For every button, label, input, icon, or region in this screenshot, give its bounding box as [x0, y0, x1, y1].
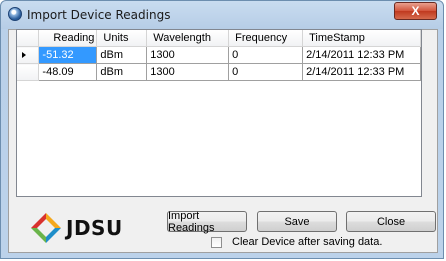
current-row-arrow-icon [22, 52, 26, 59]
cell-timestamp[interactable]: 2/14/2011 12:33 PM [302, 63, 421, 81]
column-header-timestamp[interactable]: TimeStamp [302, 30, 421, 47]
app-icon [8, 7, 22, 21]
table-row[interactable]: -51.32 dBm 1300 0 2/14/2011 12:33 PM [17, 46, 421, 64]
window-close-button[interactable]: X [394, 2, 437, 20]
column-header-units[interactable]: Units [96, 30, 148, 47]
cell-units[interactable]: dBm [96, 46, 148, 64]
cell-frequency[interactable]: 0 [228, 46, 304, 64]
corner-header-cell[interactable] [17, 30, 40, 47]
clear-device-label[interactable]: Clear Device after saving data. [232, 236, 382, 248]
cell-timestamp[interactable]: 2/14/2011 12:33 PM [302, 46, 421, 64]
save-button[interactable]: Save [257, 211, 337, 232]
jdsu-logo: JDSU [30, 212, 123, 244]
clear-device-checkbox[interactable] [211, 236, 222, 248]
cell-wavelength[interactable]: 1300 [146, 46, 230, 64]
table-row[interactable]: -48.09 dBm 1300 0 2/14/2011 12:33 PM [17, 63, 421, 81]
cell-units[interactable]: dBm [96, 63, 148, 81]
row-header-current[interactable] [17, 46, 40, 64]
column-header-frequency[interactable]: Frequency [228, 30, 304, 47]
header-row: Reading Units Wavelength Frequency TimeS… [17, 30, 421, 47]
cell-wavelength[interactable]: 1300 [146, 63, 230, 81]
column-header-wavelength[interactable]: Wavelength [146, 30, 230, 47]
close-button[interactable]: Close [346, 211, 436, 232]
title-bar[interactable]: Import Device Readings X [1, 1, 443, 27]
row-header[interactable] [17, 63, 40, 81]
readings-table: Reading Units Wavelength Frequency TimeS… [17, 30, 421, 81]
cell-reading[interactable]: -48.09 [38, 63, 98, 81]
logo-text: JDSU [66, 216, 123, 240]
jdsu-logo-mark-icon [31, 213, 61, 243]
cell-frequency[interactable]: 0 [228, 63, 304, 81]
cell-reading[interactable]: -51.32 [38, 46, 98, 64]
readings-grid[interactable]: Reading Units Wavelength Frequency TimeS… [16, 29, 422, 197]
clear-device-option[interactable]: Clear Device after saving data. [211, 236, 382, 248]
column-header-reading[interactable]: Reading [38, 30, 98, 47]
import-readings-button[interactable]: Import Readings [167, 210, 247, 234]
window-title: Import Device Readings [27, 8, 171, 22]
